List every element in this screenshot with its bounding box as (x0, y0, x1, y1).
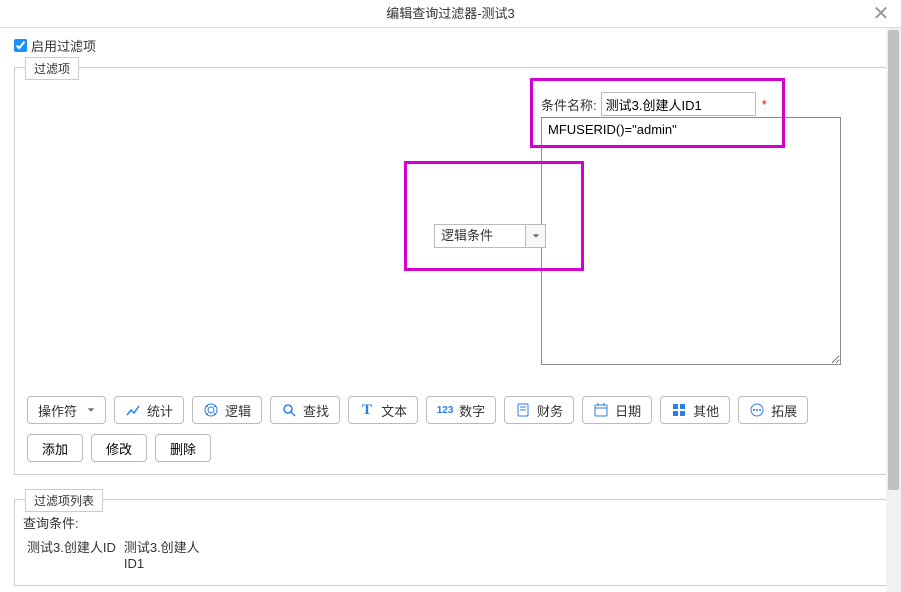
text-button[interactable]: T 文本 (348, 396, 418, 424)
logic-condition-value: 逻辑条件 (434, 224, 526, 248)
find-icon (281, 402, 297, 418)
operator-button[interactable]: 操作符 (27, 396, 106, 424)
dialog-header: 编辑查询过滤器-测试3 ✕ (0, 0, 901, 28)
dialog-title: 编辑查询过滤器-测试3 (386, 6, 515, 21)
enable-filter-checkbox[interactable] (14, 39, 27, 52)
condition-chip-left[interactable]: 测试3.创建人ID (23, 534, 120, 577)
other-icon (671, 402, 687, 418)
function-toolbar: 操作符 统计 逻辑 查找 T (27, 396, 874, 424)
condition-chips: 测试3.创建人ID 测试3.创建人ID1 (23, 534, 878, 577)
date-label: 日期 (615, 401, 641, 420)
condition-name-row: 条件名称: * (541, 92, 767, 116)
enable-filter-label: 启用过滤项 (31, 36, 96, 55)
add-button[interactable]: 添加 (27, 434, 83, 462)
chevron-down-icon[interactable] (526, 224, 546, 248)
filter-legend: 过滤项 (25, 57, 79, 80)
logic-button[interactable]: 逻辑 (192, 396, 262, 424)
condition-chip-right[interactable]: 测试3.创建人ID1 (120, 534, 220, 577)
scrollbar-thumb[interactable] (888, 30, 899, 490)
text-label: 文本 (381, 401, 407, 420)
close-icon[interactable]: ✕ (869, 0, 893, 28)
number-label: 数字 (459, 401, 485, 420)
date-button[interactable]: 日期 (582, 396, 652, 424)
chevron-down-icon (87, 406, 95, 414)
finance-button[interactable]: 财务 (504, 396, 574, 424)
logic-label: 逻辑 (225, 401, 251, 420)
stats-label: 统计 (147, 401, 173, 420)
finance-icon (515, 402, 531, 418)
condition-name-input[interactable] (601, 92, 756, 116)
text-icon: T (359, 402, 375, 418)
query-condition-label: 查询条件: (23, 513, 878, 532)
delete-button[interactable]: 删除 (155, 434, 211, 462)
required-star-icon: * (762, 97, 767, 112)
number-button[interactable]: 123 数字 (426, 396, 496, 424)
filter-list-legend: 过滤项列表 (25, 489, 103, 512)
logic-condition-dropdown[interactable]: 逻辑条件 (434, 224, 546, 248)
number-icon: 123 (437, 402, 453, 418)
action-buttons: 添加 修改 删除 (27, 434, 874, 462)
stats-button[interactable]: 统计 (114, 396, 184, 424)
date-icon (593, 402, 609, 418)
find-button[interactable]: 查找 (270, 396, 340, 424)
expression-textarea[interactable] (541, 117, 841, 365)
filter-fieldset: 过滤项 条件名称: * 逻辑条件 操作符 (14, 67, 887, 475)
condition-area: 条件名称: * 逻辑条件 (27, 92, 874, 382)
logic-icon (203, 402, 219, 418)
scrollbar-track[interactable] (886, 28, 901, 592)
enable-filter-row: 启用过滤项 (14, 36, 887, 55)
operator-label: 操作符 (38, 401, 77, 420)
extend-icon (749, 402, 765, 418)
extend-label: 拓展 (771, 401, 797, 420)
finance-label: 财务 (537, 401, 563, 420)
stats-icon (125, 402, 141, 418)
find-label: 查找 (303, 401, 329, 420)
modify-button[interactable]: 修改 (91, 434, 147, 462)
filter-list-fieldset: 过滤项列表 查询条件: 测试3.创建人ID 测试3.创建人ID1 (14, 499, 887, 586)
other-label: 其他 (693, 401, 719, 420)
condition-name-label: 条件名称: (541, 95, 597, 114)
dialog-body: 启用过滤项 过滤项 条件名称: * 逻辑条件 (0, 28, 901, 592)
extend-button[interactable]: 拓展 (738, 396, 808, 424)
other-button[interactable]: 其他 (660, 396, 730, 424)
